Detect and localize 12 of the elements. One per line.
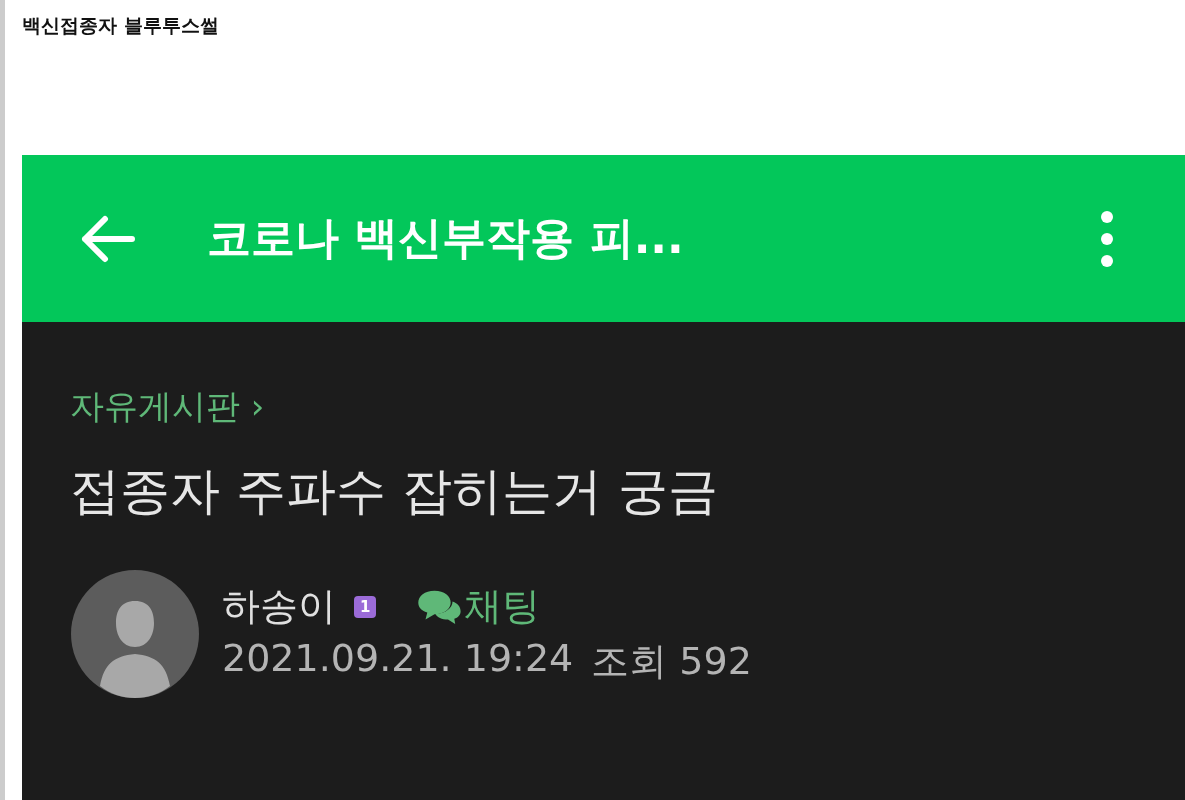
- post-title: 접종자 주파수 잡히는거 궁금: [70, 461, 718, 522]
- page-title: 백신접종자 블루투스썰: [22, 13, 220, 38]
- chat-link[interactable]: 채팅: [416, 581, 541, 632]
- board-link[interactable]: 자유게시판 ›: [70, 384, 265, 430]
- level-badge: 1: [354, 595, 377, 618]
- post-date: 2021.09.21. 19:24: [222, 636, 574, 682]
- app-bar-title: 코로나 백신부작용 피...: [207, 211, 685, 265]
- avatar-icon: [70, 569, 200, 699]
- author-name[interactable]: 하송이: [222, 581, 336, 632]
- chat-bubbles-icon: [416, 588, 463, 625]
- more-menu-icon[interactable]: [1099, 208, 1115, 269]
- view-count: 조회 592: [591, 638, 752, 685]
